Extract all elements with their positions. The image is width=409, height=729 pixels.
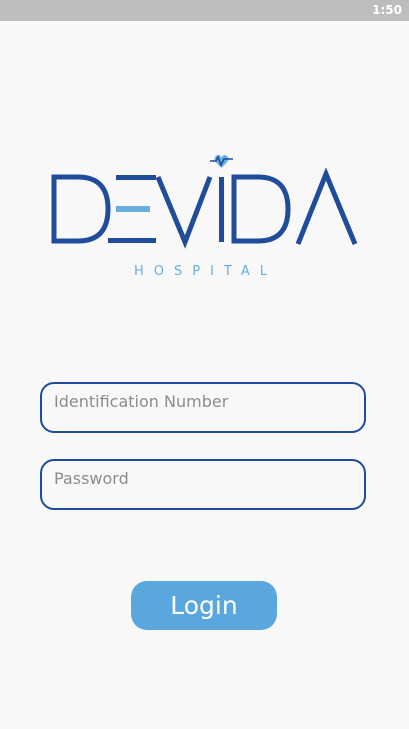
identification-input[interactable] bbox=[54, 378, 349, 425]
logo-tagline: HOSPITAL bbox=[134, 264, 278, 279]
identification-field[interactable] bbox=[40, 378, 366, 433]
password-field[interactable] bbox=[40, 455, 366, 510]
password-input[interactable] bbox=[54, 455, 349, 502]
hospital-logo: HOSPITAL bbox=[50, 150, 360, 280]
devida-wordmark bbox=[51, 154, 358, 249]
login-button[interactable]: Login bbox=[131, 581, 277, 630]
status-time: 1:50 bbox=[372, 3, 402, 17]
status-bar: 1:50 bbox=[0, 0, 409, 21]
